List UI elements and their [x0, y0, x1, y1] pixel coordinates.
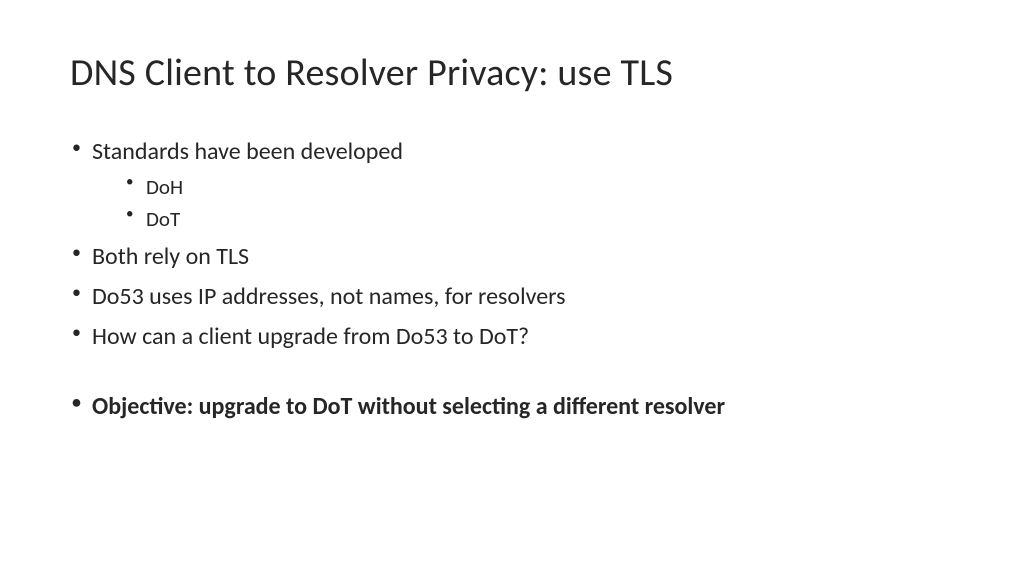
bullet-text: DoT: [146, 206, 180, 232]
bullet-text: Standards have been developed: [92, 137, 403, 166]
list-item: Standards have been developed DoH DoT: [70, 134, 954, 235]
list-item: DoH: [92, 172, 954, 202]
bullet-text: Both rely on TLS: [92, 242, 249, 271]
list-item: Do53 uses IP addresses, not names, for r…: [70, 279, 954, 315]
sub-bullet-list: DoH DoT: [92, 172, 954, 235]
list-item: Both rely on TLS: [70, 239, 954, 275]
bullet-text-bold: Objective: upgrade to DoT without select…: [92, 392, 725, 421]
bullet-list-emphasis: Objective: upgrade to DoT without select…: [70, 389, 954, 425]
bullet-list: Standards have been developed DoH DoT Bo…: [70, 134, 954, 355]
spacer: [70, 359, 954, 389]
list-item: DoT: [92, 204, 954, 234]
bullet-text: DoH: [146, 174, 183, 200]
list-item: Objective: upgrade to DoT without select…: [70, 389, 954, 425]
list-item: How can a client upgrade from Do53 to Do…: [70, 319, 954, 355]
bullet-text: Do53 uses IP addresses, not names, for r…: [92, 282, 565, 311]
bullet-text: How can a client upgrade from Do53 to Do…: [92, 322, 529, 351]
slide-title: DNS Client to Resolver Privacy: use TLS: [70, 50, 954, 96]
